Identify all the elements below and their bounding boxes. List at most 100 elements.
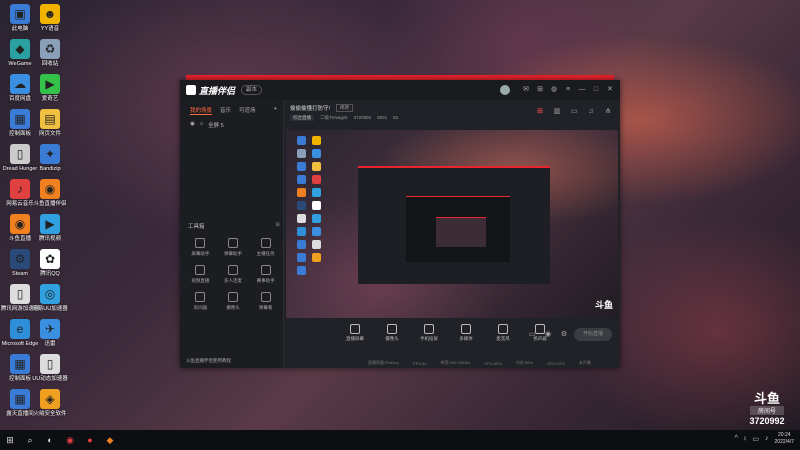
app-logo: 直播伴侣 [186,84,235,97]
tool-label: 赛事助手 [256,278,275,283]
desktop-icon[interactable]: ✿ 腾讯QQ [30,249,70,277]
clock-date: 2022/4/7 [774,438,794,445]
gift-icon[interactable]: ⊞ [536,86,544,94]
app-icon: ▦ [10,109,30,129]
desktop-icon[interactable]: ◎ 网易UU加速器 [30,284,70,312]
skin-icon[interactable]: ◍ [550,86,558,94]
desktop-icon[interactable]: ◉ 斗鱼直播伴侣 [30,179,70,207]
mic-icon[interactable]: ♮ [744,435,747,443]
minimize-icon[interactable]: — [578,86,586,94]
bell-icon[interactable]: ♫ [587,108,595,116]
tray-arrow-icon[interactable]: ^ [735,435,738,442]
start-stream-button[interactable]: 开始直播 [574,328,612,341]
app-icon: ✿ [40,249,60,269]
stream-preview[interactable]: 斗鱼 [286,130,618,318]
tool-item[interactable]: 主播任务 [249,238,282,257]
source-control-button[interactable]: 麦克风 [490,324,516,342]
share-icon[interactable]: ⋔ [604,108,612,116]
visibility-icon[interactable]: ◉ [544,330,552,338]
edit-title-button[interactable]: 修改 [336,104,354,112]
desktop-icon-label: 控制面板 [8,376,31,382]
desktop-icon-label: 此电脑 [11,26,29,32]
category-chip[interactable]: 综合直播 [290,115,314,121]
app-icon: ▣ [10,4,30,24]
desktop-icon[interactable]: ▶ 爱奇艺 [30,74,70,102]
start-icon[interactable]: ⊞ [0,430,20,450]
tool-item[interactable]: 摄像头 [217,292,250,311]
tool-item[interactable]: 视频直播 [184,265,217,284]
chart-icon[interactable]: ▥ [553,108,561,116]
message-icon[interactable]: ▭ [570,108,578,116]
app-icon: ▯ [10,284,30,304]
close-icon[interactable]: ✕ [606,86,614,94]
desktop-icon[interactable]: ◈ 火绒安全软件 [30,389,70,417]
desktop-icon[interactable]: ♻ 回收站 [30,39,70,67]
desktop-icon[interactable]: ☻ YY语音 [30,4,70,32]
avatar[interactable] [500,85,510,95]
source-control-button[interactable]: 直播屏幕 [342,324,368,342]
scene-item[interactable]: ◉ ⌂ 全屏 5 [180,117,283,133]
tab-other[interactable]: 可道场 [239,106,256,115]
taskbar-app-music-icon[interactable]: ● [80,430,100,450]
tool-icon [260,238,271,248]
main-panel: 偷偷偷懂打防守! 修改 综合直播 二级Trevagnk 3720992 5831… [284,100,620,368]
taskview-icon[interactable]: ◐ [40,430,60,450]
tool-item[interactable]: 房间器 [184,292,217,311]
network-icon[interactable]: ▭ [752,435,759,443]
taskbar-app-douyu-icon[interactable]: ◆ [100,430,120,450]
source-control-button[interactable]: 多媒体 [453,324,479,342]
mail-icon[interactable]: ✉ [522,86,530,94]
desktop-icon[interactable]: ✦ Bandizip [30,144,70,172]
app-name: 直播伴侣 [199,85,236,96]
status-bar: 直播质量:Fluency FPS:30 带宽:000.00KB/s CPU:40% 内存… [284,358,620,368]
status-item: 直播质量:Fluency [368,360,400,365]
taskbar: ⊞ ⌕ ◐ ◉ ● ◆ ^ ♮ ▭ ♪ 20:24 2022/4/7 [0,430,800,450]
desktop-icon-label: UU动态加速器 [32,376,68,382]
app-icon: ◆ [10,39,30,59]
overlay-room-number: 3720992 [749,416,785,426]
preview-nested-window [358,166,550,284]
lock-icon[interactable]: ⌂ [200,121,203,129]
douyu-overlay: 斗鱼 房间号 3720992 [742,392,792,426]
source-control-icon [461,324,471,334]
source-control-icon [424,324,434,334]
window-titlebar: 直播伴侣 副本 ✉ ⊞ ◍ ≡ — □ ✕ [180,80,620,100]
source-control-button[interactable]: 摄像头 [379,324,405,342]
tool-item[interactable]: 多人连麦 [217,265,250,284]
maximize-icon[interactable]: □ [592,86,600,94]
tool-item[interactable]: 赛事助手 [249,265,282,284]
clock[interactable]: 20:24 2022/4/7 [775,432,794,445]
app-icon: ▦ [10,389,30,409]
source-control-button[interactable]: 手机投屏 [416,324,442,342]
extra-controls: ▭ ◉ ⚙ [528,330,568,338]
source-control-icon [387,324,397,334]
desktop-icon[interactable]: ▯ UU动态加速器 [30,354,70,382]
gift-box-icon[interactable]: ⊞ [536,108,544,116]
taskbar-app-netease-icon[interactable]: ◉ [60,430,80,450]
eye-icon[interactable]: ◉ [190,121,195,129]
tool-item[interactable]: 弹幕助手 [217,238,250,257]
tutorial-link[interactable]: 斗鱼直播伴侣使用教程 [186,358,231,364]
record-icon[interactable]: ▭ [528,330,536,338]
app-icon: ◉ [10,214,30,234]
menu-icon[interactable]: ≡ [564,86,572,94]
app-icon: ▶ [40,214,60,234]
desktop-icon[interactable]: ✈ 迅雷 [30,319,70,347]
search-icon[interactable]: ⌕ [20,430,40,450]
desktop-icon[interactable]: ▤ 网页文件 [30,109,70,137]
toolbox-more-icon[interactable]: ⊙ [275,222,280,230]
desktop-icon-label: 爱奇艺 [41,96,59,102]
tool-item[interactable]: 屏幕助手 [184,238,217,257]
tool-label: 弹幕看 [258,305,273,310]
desktop-icon-label: 腾讯视频 [38,236,61,242]
tab-music[interactable]: 音乐 [220,106,231,115]
add-tab-icon[interactable]: + [274,106,277,115]
tab-my-scene[interactable]: 我的场景 [190,106,213,115]
status-item: 带宽:000.00KB/s [440,360,471,365]
tool-icon [195,265,206,275]
volume-icon[interactable]: ♪ [765,435,769,442]
tool-item[interactable]: 弹幕看 [249,292,282,311]
desktop-icon[interactable]: ▶ 腾讯视频 [30,214,70,242]
desktop-icon-label: 腾讯QQ [40,271,60,277]
settings-icon[interactable]: ⚙ [560,330,568,338]
